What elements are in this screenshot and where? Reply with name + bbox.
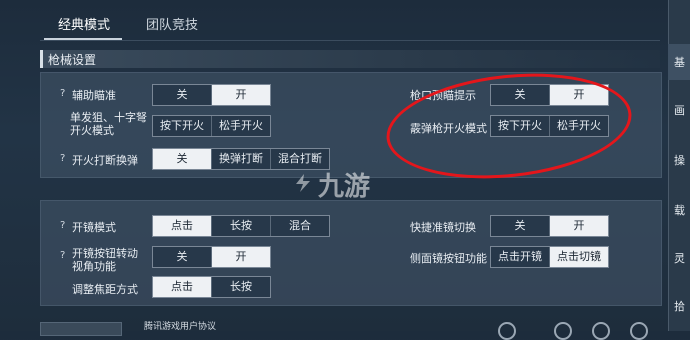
watermark: 九游 xyxy=(318,172,371,202)
scope-button-turn-label: 开镜按钮转动视角功能 xyxy=(72,247,138,273)
bottom-icon-4[interactable] xyxy=(630,322,648,340)
aim-assist-label: 辅助瞄准 xyxy=(72,89,116,102)
scope-mode-tap[interactable]: 点击 xyxy=(153,216,212,236)
aim-assist-off[interactable]: 关 xyxy=(153,85,212,105)
quick-scope-off[interactable]: 关 xyxy=(491,216,550,236)
side-scope-switch[interactable]: 点击切镜 xyxy=(550,247,608,267)
aim-assist-on[interactable]: 开 xyxy=(212,85,270,105)
single-shot-press-fire[interactable]: 按下开火 xyxy=(153,116,212,136)
sidebar-item-basic[interactable]: 基 xyxy=(674,54,685,70)
bottom-button[interactable] xyxy=(40,322,122,336)
quick-scope-label: 快捷准镜切换 xyxy=(410,221,476,234)
zoom-method-hold[interactable]: 长按 xyxy=(212,277,270,297)
scope-mode-mixed[interactable]: 混合 xyxy=(271,216,329,236)
scope-button-turn-toggle[interactable]: 关 开 xyxy=(152,246,271,268)
zoom-method-tap[interactable]: 点击 xyxy=(153,277,212,297)
watermark-logo-icon xyxy=(296,174,310,192)
help-icon[interactable]: ? xyxy=(60,220,65,231)
single-shot-selector[interactable]: 按下开火 松手开火 xyxy=(152,115,271,137)
fire-break-reload[interactable]: 换弹打断 xyxy=(212,149,271,169)
single-shot-release-fire[interactable]: 松手开火 xyxy=(212,116,270,136)
scope-button-turn-off[interactable]: 关 xyxy=(153,247,212,267)
aim-assist-toggle[interactable]: 关 开 xyxy=(152,84,271,106)
quick-scope-toggle[interactable]: 关 开 xyxy=(490,215,609,237)
side-scope-label: 侧面镜按钮功能 xyxy=(410,252,487,265)
fire-break-selector[interactable]: 关 换弹打断 混合打断 xyxy=(152,148,330,170)
scope-mode-label: 开镜模式 xyxy=(72,221,116,234)
tab-team-battle[interactable]: 团队竞技 xyxy=(146,14,198,33)
help-icon[interactable]: ? xyxy=(60,250,65,261)
sidebar-item-sensitivity[interactable]: 灵 xyxy=(674,250,685,266)
scope-mode-selector[interactable]: 点击 长按 混合 xyxy=(152,215,330,237)
sidebar-item-loadout[interactable]: 载 xyxy=(674,202,685,218)
bottom-icon-2[interactable] xyxy=(554,322,572,340)
help-icon[interactable]: ? xyxy=(60,88,65,99)
single-shot-label: 单发狙、十字弩开火模式 xyxy=(70,111,147,137)
zoom-method-label: 调整焦距方式 xyxy=(72,283,138,296)
sidebar-item-controls[interactable]: 操 xyxy=(674,152,685,168)
section-marker xyxy=(40,50,43,68)
side-scope-selector[interactable]: 点击开镜 点击切镜 xyxy=(490,246,609,268)
section-title: 枪械设置 xyxy=(48,53,97,67)
quick-scope-on[interactable]: 开 xyxy=(550,216,608,236)
zoom-method-selector[interactable]: 点击 长按 xyxy=(152,276,271,298)
scope-mode-hold[interactable]: 长按 xyxy=(212,216,271,236)
scope-button-turn-on[interactable]: 开 xyxy=(212,247,270,267)
tab-classic-mode[interactable]: 经典模式 xyxy=(58,14,110,33)
bottom-icon-3[interactable] xyxy=(592,322,610,340)
side-scope-open[interactable]: 点击开镜 xyxy=(491,247,550,267)
fire-break-label: 开火打断换弹 xyxy=(72,154,138,167)
help-icon[interactable]: ? xyxy=(60,153,65,164)
sidebar-item-graphics[interactable]: 画 xyxy=(674,102,685,118)
user-agreement-link[interactable]: 腾讯游戏用户协议 xyxy=(144,319,216,332)
section-header: 枪械设置 xyxy=(40,50,660,68)
fire-break-off[interactable]: 关 xyxy=(153,149,212,169)
tab-divider xyxy=(40,40,660,41)
sidebar-item-pickup[interactable]: 拾 xyxy=(674,298,685,314)
bottom-icon-1[interactable] xyxy=(498,322,516,340)
